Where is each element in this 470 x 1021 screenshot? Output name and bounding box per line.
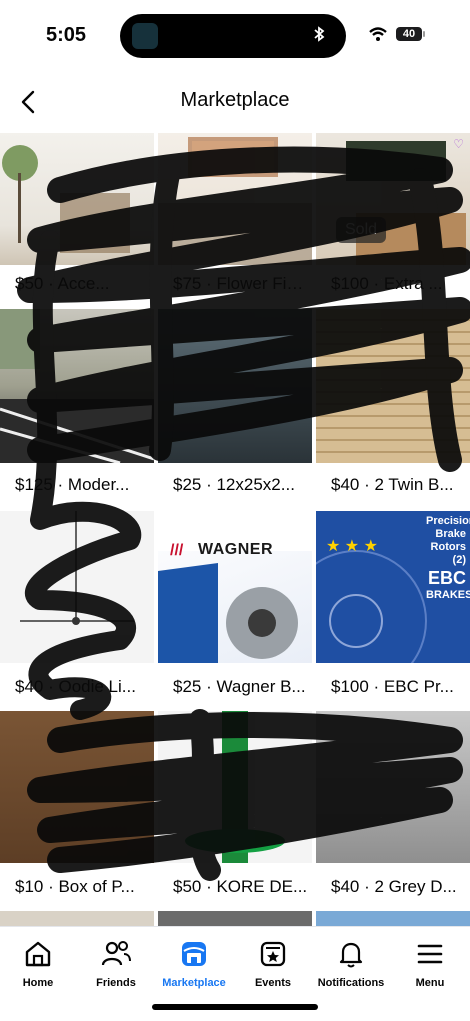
page-title: Marketplace bbox=[180, 89, 290, 111]
listing-photo bbox=[0, 711, 154, 863]
listing-caption: $40 · 2 Twin B... bbox=[331, 475, 454, 494]
tab-notifications[interactable]: Notifications bbox=[306, 937, 396, 989]
dynamic-island bbox=[120, 14, 346, 58]
events-icon bbox=[228, 937, 318, 971]
listing-caption: $100 · EBC Pr... bbox=[331, 677, 454, 696]
listing-caption: $25 · Wagner B... bbox=[173, 677, 306, 696]
page-header: Marketplace bbox=[0, 76, 470, 128]
listing-card[interactable]: $25 · 12x25x2... bbox=[158, 309, 312, 509]
app-icon bbox=[132, 23, 158, 49]
status-bar: 5:05 40 bbox=[0, 0, 470, 70]
wifi-icon bbox=[368, 26, 388, 47]
svg-text:///: /// bbox=[170, 542, 184, 559]
bluetooth-icon bbox=[310, 25, 328, 48]
ebc-text: Precision Brake Rotors (2) EBC BRAKES bbox=[426, 515, 470, 601]
marketplace-icon bbox=[149, 937, 239, 971]
listing-caption: $50 · KORE DE... bbox=[173, 877, 308, 896]
friends-icon bbox=[71, 937, 161, 971]
tab-label: Menu bbox=[415, 977, 445, 989]
tab-label: Events bbox=[254, 977, 292, 989]
listing-photo bbox=[158, 133, 312, 265]
listing-photo bbox=[0, 309, 154, 463]
listing-photo: /// WAGNER bbox=[158, 511, 312, 663]
listing-photo bbox=[158, 711, 312, 863]
bell-icon bbox=[306, 937, 396, 971]
svg-text:★ ★ ★: ★ ★ ★ bbox=[326, 538, 378, 555]
tab-friends[interactable]: Friends bbox=[71, 937, 161, 989]
listing-caption: $40 · 2 Grey D... bbox=[331, 877, 457, 896]
listing-card[interactable]: $40 · Oodie Li... bbox=[0, 511, 154, 711]
listing-card[interactable]: ♡ Sold $100 · Extra ... bbox=[316, 133, 470, 313]
listing-photo bbox=[0, 133, 154, 265]
listing-photo: ★ ★ ★ Precision Brake Rotors (2) EBC BRA… bbox=[316, 511, 470, 663]
listing-card[interactable]: $75 · Flower Fie... bbox=[158, 133, 312, 313]
tab-events[interactable]: Events bbox=[228, 937, 318, 989]
listing-photo bbox=[0, 511, 154, 663]
listing-card[interactable]: $10 · Box of P... bbox=[0, 711, 154, 911]
listing-caption: $40 · Oodie Li... bbox=[15, 677, 136, 696]
listing-photo bbox=[316, 711, 470, 863]
listing-card[interactable]: $40 · 2 Twin B... bbox=[316, 309, 470, 509]
listing-caption: $10 · Box of P... bbox=[15, 877, 135, 896]
listing-card[interactable]: $125 · Moder... bbox=[0, 309, 154, 509]
tab-label: Friends bbox=[96, 977, 136, 989]
status-time: 5:05 bbox=[46, 24, 87, 46]
listing-caption: $125 · Moder... bbox=[15, 475, 130, 494]
tab-marketplace[interactable]: Marketplace bbox=[149, 937, 239, 989]
listing-card[interactable]: /// WAGNER $25 · Wagner B... bbox=[158, 511, 312, 711]
listing-card[interactable]: $50 · KORE DE... bbox=[158, 711, 312, 911]
home-indicator bbox=[152, 1004, 318, 1010]
tab-label: Notifications bbox=[317, 977, 385, 989]
listing-caption: $50 · Acce... bbox=[15, 274, 110, 293]
listing-photo bbox=[316, 309, 470, 463]
listing-card[interactable]: ★ ★ ★ Precision Brake Rotors (2) EBC BRA… bbox=[316, 511, 470, 711]
heart-icon[interactable]: ♡ bbox=[453, 137, 464, 151]
wagner-brand-text: WAGNER bbox=[198, 541, 273, 558]
listing-caption: $75 · Flower Fie... bbox=[173, 274, 309, 293]
listing-card[interactable]: $40 · 2 Grey D... bbox=[316, 711, 470, 911]
sold-badge: Sold bbox=[336, 217, 387, 243]
battery-indicator: 40 bbox=[396, 27, 425, 41]
listing-photo: ♡ Sold bbox=[316, 133, 470, 265]
listing-caption: $25 · 12x25x2... bbox=[173, 475, 295, 494]
listing-caption: $100 · Extra ... bbox=[331, 274, 443, 293]
tab-menu[interactable]: Menu bbox=[385, 937, 470, 989]
menu-icon bbox=[385, 937, 470, 971]
listing-photo bbox=[158, 309, 312, 463]
tab-label: Marketplace bbox=[162, 977, 226, 989]
listing-card[interactable]: $50 · Acce... bbox=[0, 133, 154, 313]
